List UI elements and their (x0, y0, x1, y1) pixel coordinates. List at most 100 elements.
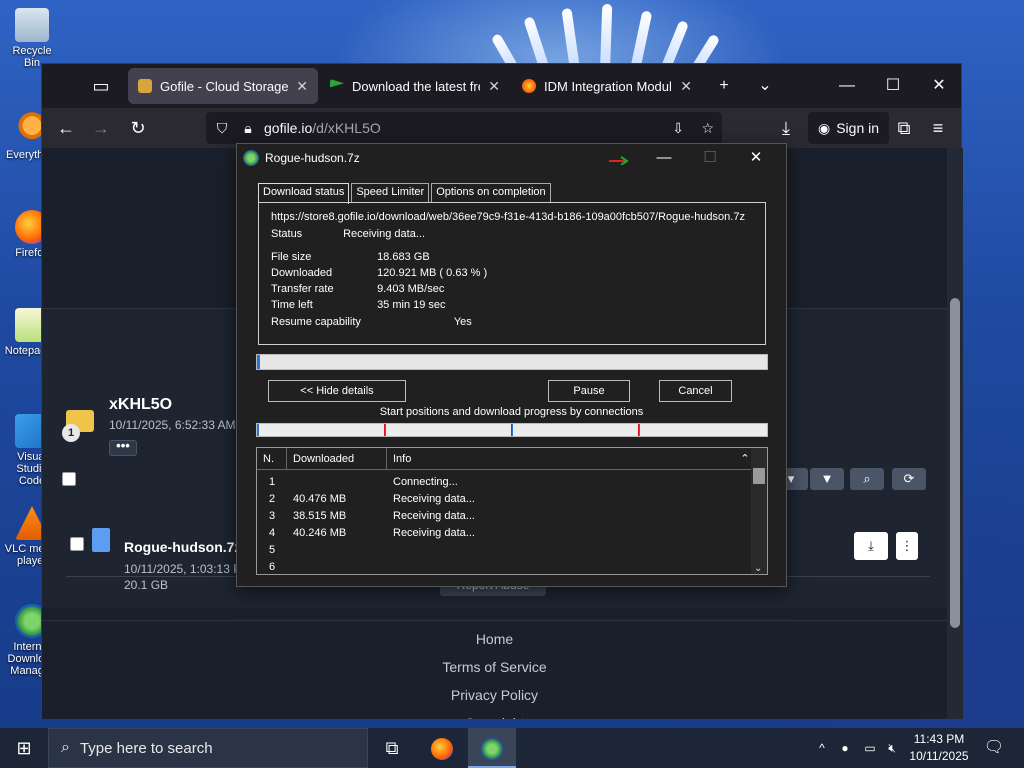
tab-options-on-completion[interactable]: Options on completion (431, 183, 551, 202)
select-all-checkbox[interactable] (62, 472, 76, 486)
chevron-up-icon[interactable]: ^ (812, 728, 832, 768)
search-icon: ⌕ (61, 739, 70, 756)
clock-date: 10/11/2025 (909, 749, 969, 763)
bookmark-star-icon[interactable]: ☆ (701, 120, 714, 137)
clock-time: 11:43 PM (913, 732, 965, 746)
tab-download-status[interactable]: Download status (258, 183, 350, 204)
idm-tray-icon[interactable]: ● (835, 728, 855, 768)
recycle-bin-icon (15, 8, 49, 42)
firefox-taskbar-icon[interactable] (418, 728, 466, 768)
footer-link-privacy[interactable]: Privacy Policy (42, 681, 947, 709)
close-window-icon[interactable]: ✕ (924, 72, 954, 100)
time-left-value: 35 min 19 sec (377, 299, 446, 311)
cancel-button[interactable]: Cancel (659, 380, 732, 402)
file-size: 20.1 GB (124, 578, 169, 592)
close-icon[interactable]: ✕ (488, 78, 500, 95)
idm-icon (243, 150, 259, 166)
file-icon (92, 528, 110, 552)
connection-row[interactable]: 3 38.515 MB Receiving data... (257, 508, 753, 525)
resume-capability-value: Yes (453, 316, 472, 328)
connection-info: Receiving data... (393, 493, 475, 505)
footer-link-copyright[interactable]: Copyright (42, 709, 947, 719)
tab-speed-limiter[interactable]: Speed Limiter (351, 183, 430, 202)
download-progress-bar (256, 354, 768, 370)
lock-icon[interactable]: 🔒︎ (240, 120, 256, 137)
connection-row[interactable]: 6 (257, 559, 753, 574)
tab-title: IDM Integration Module - (544, 78, 672, 94)
maximize-icon[interactable]: ☐ (878, 72, 908, 100)
download-file-button[interactable]: ⤓ (854, 532, 888, 560)
chevron-down-icon[interactable]: ⌄ (750, 72, 780, 100)
network-icon[interactable]: ▭ (860, 728, 880, 768)
idm-progress-arrow-icon (609, 154, 629, 166)
speaker-muted-icon[interactable]: 🔇︎ (882, 728, 902, 768)
taskbar-clock[interactable]: 11:43 PM 10/11/2025 (902, 731, 976, 765)
minimize-icon[interactable]: — (832, 72, 862, 100)
scrollbar-thumb[interactable] (950, 298, 960, 628)
hide-details-button[interactable]: << Hide details (268, 380, 406, 402)
idm-title-bar: Rogue-hudson.7z — ☐ ✕ (237, 144, 786, 172)
connections-scrollbar[interactable]: ⌄ (751, 448, 767, 574)
url-path: /d/xKHL5O (312, 120, 381, 136)
search-placeholder: Type here to search (79, 739, 213, 757)
downloads-icon[interactable]: ⤓ (772, 114, 800, 142)
shield-icon[interactable]: ⛉ (212, 120, 232, 137)
column-header-downloaded[interactable]: Downloaded (287, 448, 387, 470)
filter-icon[interactable]: ▼ (810, 468, 844, 490)
connection-row[interactable]: 1 Connecting... (257, 474, 753, 491)
search-icon[interactable]: ⌕ (850, 468, 884, 490)
tab-overview-icon[interactable]: ▭ (87, 72, 115, 100)
tab-gofile[interactable]: Gofile - Cloud Storage Ma ✕ (128, 68, 318, 104)
pause-button[interactable]: Pause (548, 380, 630, 402)
footer-link-home[interactable]: Home (42, 625, 947, 653)
chevron-down-icon[interactable]: ⌄ (754, 563, 762, 574)
connection-number: 6 (269, 561, 276, 573)
desktop-icon-recycle-bin[interactable]: Recycle Bin (4, 8, 60, 69)
reload-icon[interactable]: ↻ (124, 114, 152, 142)
close-icon[interactable]: ✕ (733, 144, 779, 172)
back-icon[interactable]: ← (52, 114, 80, 142)
scrollbar-thumb[interactable] (753, 468, 765, 484)
tab-title: Gofile - Cloud Storage Ma (160, 78, 289, 94)
download-page-icon[interactable]: ⇩ (672, 120, 684, 137)
forward-icon[interactable]: → (87, 114, 115, 142)
windows-start-icon[interactable]: ⊞ (0, 728, 48, 768)
download-url: https://store8.gofile.io/download/web/36… (271, 211, 745, 223)
file-name[interactable]: Rogue-hudson.7z (124, 539, 241, 555)
wallpaper-decoration (470, 0, 750, 73)
column-header-info[interactable]: Info (387, 448, 753, 470)
new-tab-icon[interactable]: + (709, 72, 739, 100)
menu-icon[interactable]: ≡ (924, 114, 952, 142)
connection-downloaded: 40.246 MB (293, 527, 347, 539)
close-icon[interactable]: ✕ (296, 78, 308, 95)
column-header-number[interactable]: N. (257, 448, 287, 470)
refresh-icon[interactable]: ⟳ (892, 468, 926, 490)
file-menu-button[interactable]: ⋮ (896, 532, 918, 560)
connection-info: Receiving data... (393, 527, 475, 539)
page-scrollbar[interactable] (947, 148, 963, 719)
connection-row[interactable]: 2 40.476 MB Receiving data... (257, 491, 753, 508)
time-left-label: Time left (271, 299, 313, 311)
url-bar[interactable]: ⛉ 🔒︎ gofile.io /d/xKHL5O ⇩ ☆ (206, 112, 722, 144)
sign-in-button[interactable]: ◉ Sign in (808, 112, 890, 144)
file-checkbox[interactable] (70, 537, 84, 551)
idm-taskbar-icon[interactable] (468, 728, 516, 768)
tab-idm-integration[interactable]: IDM Integration Module - ✕ (512, 68, 702, 104)
resume-capability-row: Resume capability Yes (271, 316, 472, 328)
extensions-icon[interactable]: ⧉ (890, 114, 918, 142)
close-icon[interactable]: ✕ (680, 78, 692, 95)
folder-date: 10/11/2025, 6:52:33 AM (109, 418, 236, 432)
minimize-icon[interactable]: — (641, 144, 687, 172)
connection-row[interactable]: 4 40.246 MB Receiving data... (257, 525, 753, 542)
connection-row[interactable]: 5 (257, 542, 753, 559)
task-view-icon[interactable]: ⧉ (368, 728, 416, 768)
tab-title: Download the latest free (352, 78, 481, 94)
taskbar-search-box[interactable]: ⌕ Type here to search (48, 728, 368, 768)
taskbar: ⊞ ⌕ Type here to search ⧉ ^ ● ▭ 🔇︎ 11:43… (0, 728, 1024, 768)
folder-menu-button[interactable]: ••• (109, 439, 137, 456)
tab-download-latest[interactable]: Download the latest free ✕ (320, 68, 510, 104)
connections-table[interactable]: N. Downloaded Info ⌃ 1 Connecting... 2 40.4… (256, 447, 768, 575)
footer-link-terms[interactable]: Terms of Service (42, 653, 947, 681)
notifications-icon[interactable]: 🗨︎ (980, 728, 1008, 768)
folder-name: xKHL5O (109, 396, 173, 413)
